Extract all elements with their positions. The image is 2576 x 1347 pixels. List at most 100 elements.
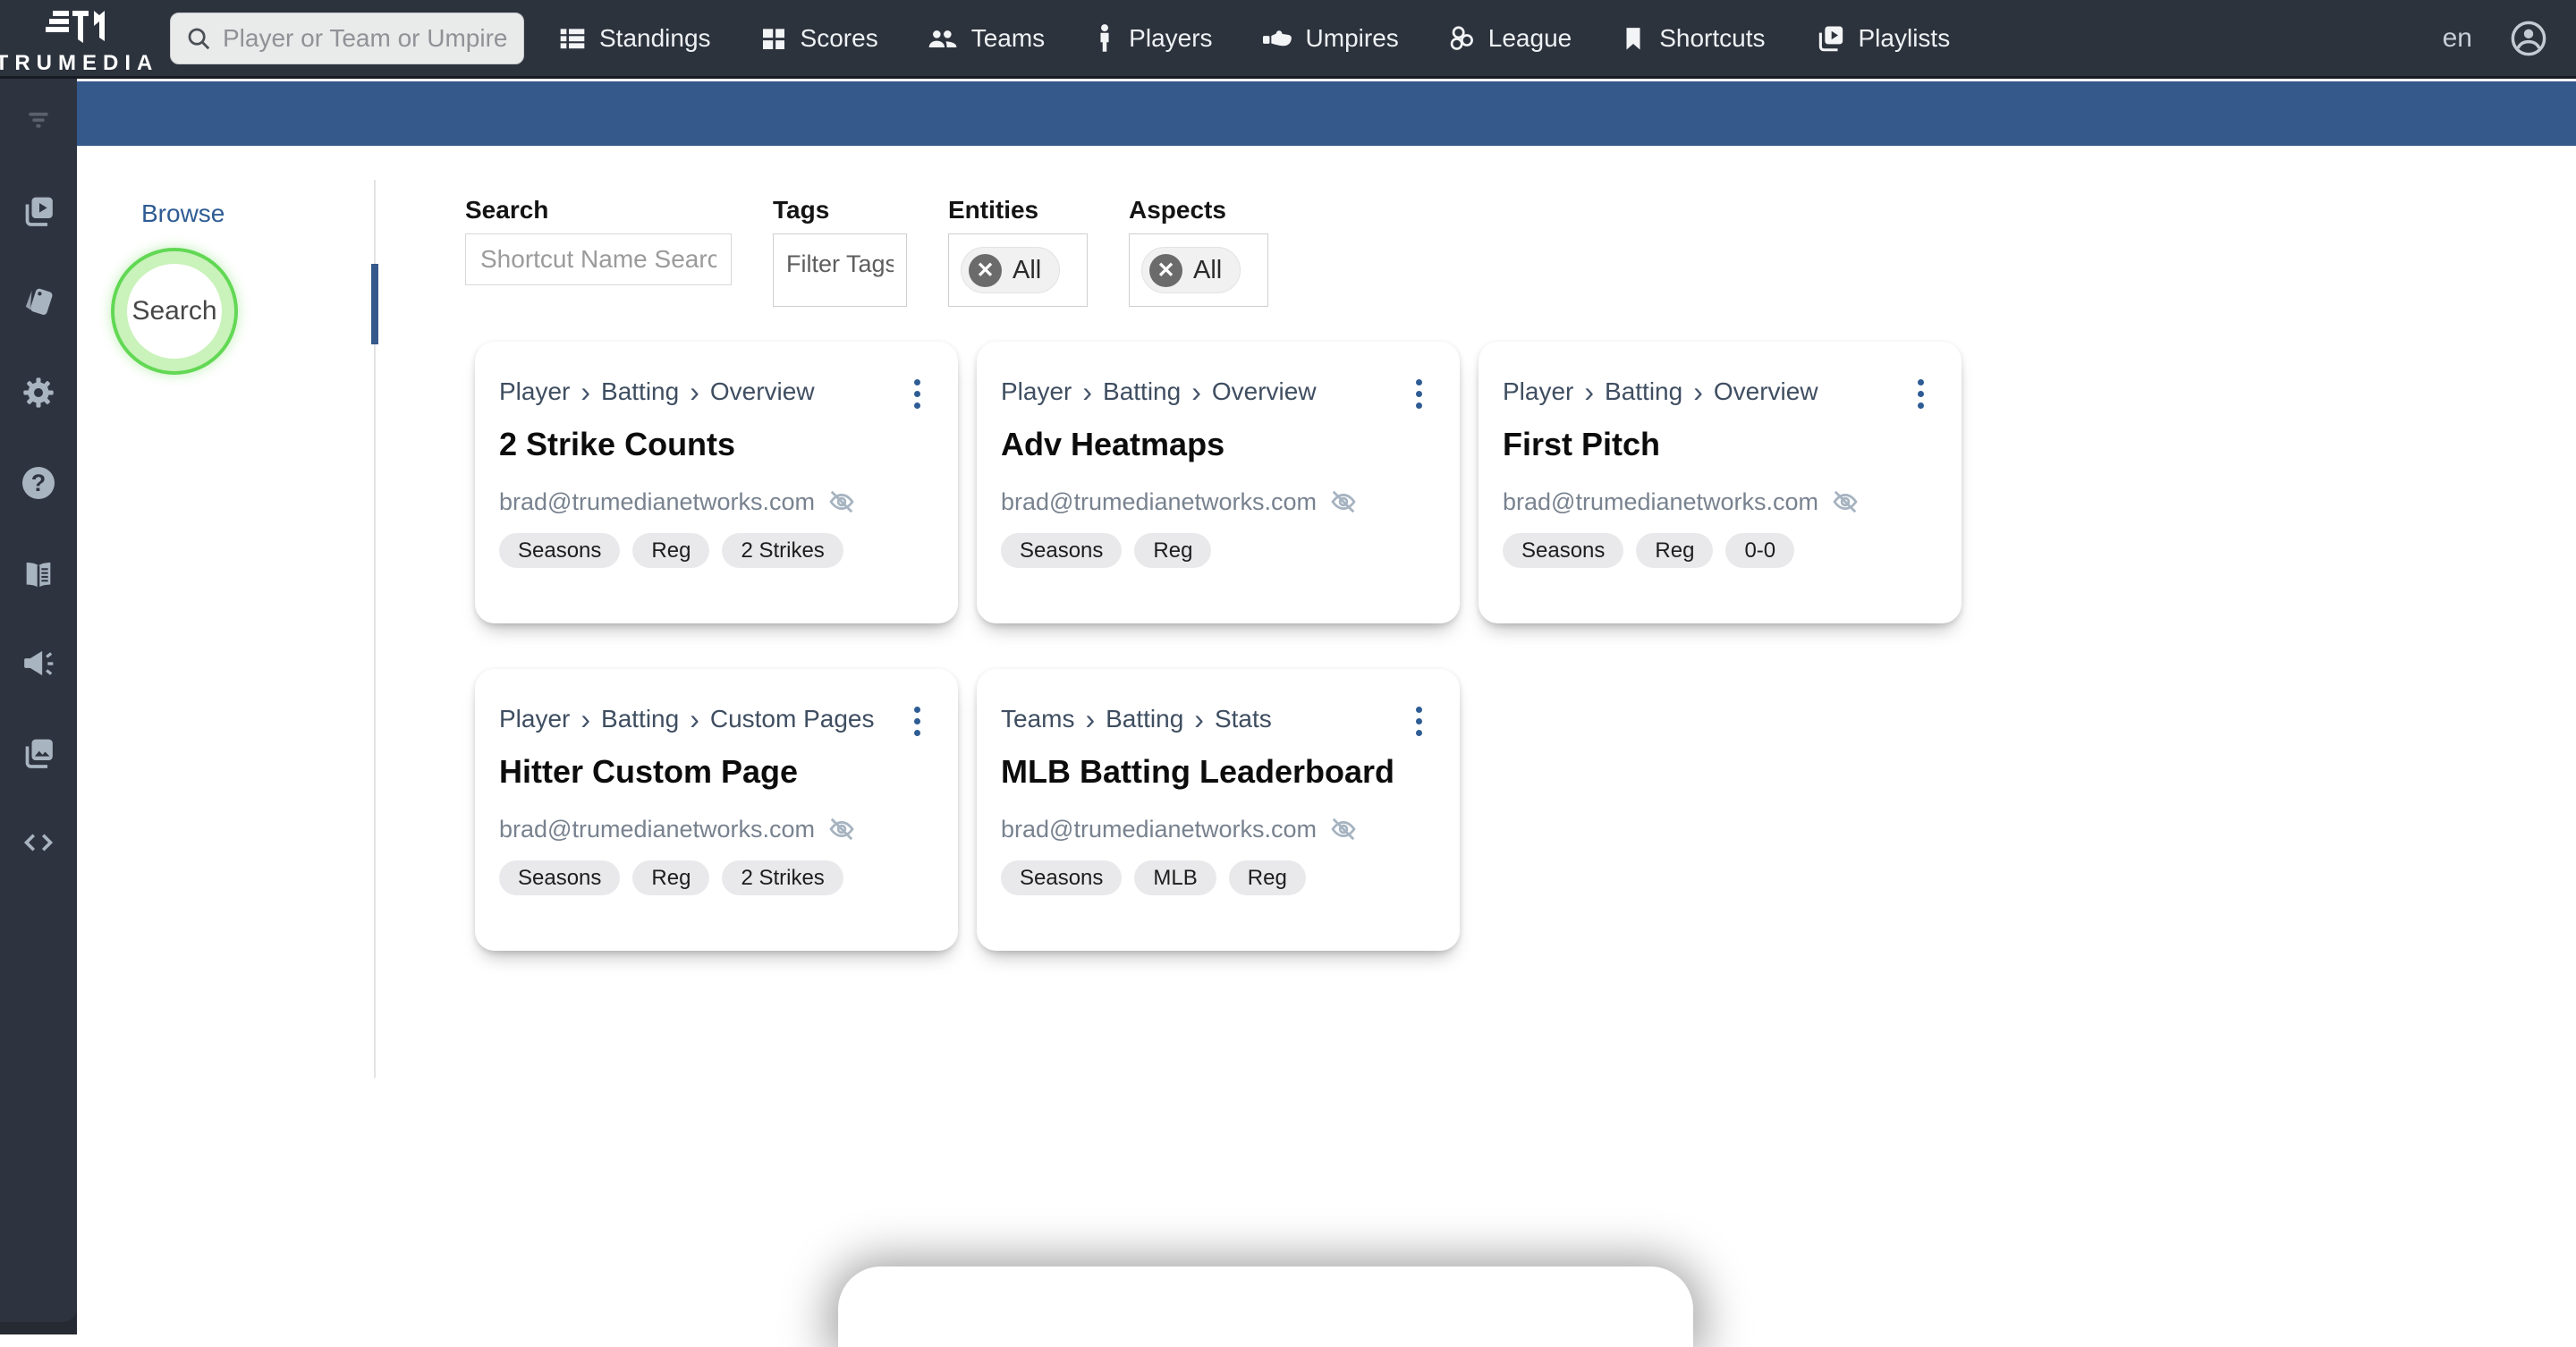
chevron-right-icon: › — [1085, 703, 1096, 735]
shortcut-name-search-input[interactable] — [465, 233, 732, 285]
breadcrumb-segment: Overview — [709, 377, 815, 405]
tag-pill: Reg — [632, 860, 710, 895]
filter-search: Search — [465, 196, 732, 307]
media-icon[interactable] — [21, 735, 56, 771]
breadcrumb-segment: Teams — [1001, 705, 1075, 733]
tag-pill: Seasons — [499, 860, 621, 895]
account-icon[interactable] — [2508, 18, 2549, 59]
shortcut-card[interactable]: Player › Batting › Overview Adv Heatmaps brad@… — [977, 342, 1460, 623]
nav-label: League — [1487, 23, 1572, 52]
nav-label: Players — [1129, 23, 1213, 52]
breadcrumb-segment: Player — [1001, 377, 1072, 405]
filter-search-label: Search — [465, 196, 549, 224]
remove-filter-icon[interactable]: ✕ — [969, 253, 1002, 287]
help-icon[interactable]: ? — [22, 467, 55, 499]
tag-pill: 0-0 — [1725, 533, 1795, 568]
breadcrumb-segment: Overview — [1713, 377, 1818, 405]
card-owner-email: brad@trumedianetworks.com — [1001, 487, 1318, 515]
announcements-icon[interactable] — [21, 646, 56, 682]
chevron-right-icon: › — [1082, 376, 1093, 408]
search-item-label: Search — [131, 296, 217, 326]
brand-text: TRUMEDIA — [0, 51, 159, 75]
playlists-icon[interactable] — [21, 193, 56, 229]
eye-off-icon — [829, 490, 854, 513]
chevron-right-icon: › — [1194, 703, 1204, 735]
global-search[interactable] — [170, 12, 524, 64]
chevron-right-icon: › — [690, 376, 699, 408]
docs-icon[interactable] — [20, 557, 57, 593]
shortcut-card[interactable]: Player › Batting › Custom Pages Hitter Custom… — [475, 669, 958, 951]
chevron-right-icon: › — [690, 703, 699, 735]
tag-pill: MLB — [1134, 860, 1216, 895]
nav-item-players[interactable]: Players — [1093, 23, 1213, 54]
card-menu-kebab-icon[interactable] — [911, 376, 924, 412]
card-title: 2 Strike Counts — [499, 426, 736, 462]
tag-pill: Reg — [1636, 533, 1714, 568]
language-selector[interactable]: en — [2443, 23, 2472, 54]
aspects-box[interactable]: ✕ All — [1129, 233, 1268, 307]
chevron-right-icon: › — [580, 376, 591, 408]
shortcut-card[interactable]: Teams › Batting › Stats MLB Batting Leaderboa… — [977, 669, 1460, 951]
nav-item-league[interactable]: League — [1447, 24, 1572, 53]
breadcrumb-segment: Player — [499, 705, 571, 733]
shortcut-card[interactable]: Player › Batting › Overview 2 Strike Counts br… — [475, 342, 958, 623]
tag-pill: Seasons — [499, 533, 621, 568]
card-menu-kebab-icon[interactable] — [1914, 376, 1928, 412]
search-icon — [188, 28, 210, 49]
filter-tags-input[interactable] — [786, 250, 894, 278]
main-content: Browse Search Search Tags Entities ✕ All — [77, 146, 2576, 1334]
card-tags: Seasons Reg 2 Strikes — [499, 533, 922, 568]
breadcrumb-segment: Batting — [601, 377, 680, 405]
card-menu-kebab-icon[interactable] — [911, 703, 924, 740]
umpires-icon — [1262, 30, 1292, 46]
entities-box[interactable]: ✕ All — [948, 233, 1088, 307]
code-icon[interactable] — [20, 826, 57, 859]
remove-filter-icon[interactable]: ✕ — [1149, 253, 1182, 287]
panel-scroll-indicator[interactable] — [371, 264, 378, 344]
nav-item-umpires[interactable]: Umpires — [1261, 24, 1399, 53]
breadcrumb-segment: Batting — [1106, 705, 1184, 733]
tag-pill: Seasons — [1503, 533, 1624, 568]
nav-label: Scores — [800, 23, 878, 52]
page-banner — [77, 81, 2576, 146]
shortcut-card[interactable]: Player › Batting › Overview First Pitch brad@t… — [1479, 342, 1962, 623]
nav-menu: Standings Scores Teams Players Umpires L… — [558, 23, 1950, 54]
chevron-right-icon: › — [1693, 376, 1703, 408]
card-title: First Pitch — [1503, 426, 1661, 462]
top-nav: TRUMEDIA Standings Scores — [0, 0, 2576, 79]
nav-label: Standings — [599, 23, 711, 52]
card-tags: Seasons MLB Reg — [1001, 860, 1424, 895]
eye-off-icon — [1331, 818, 1356, 841]
sidebar-item-browse[interactable]: Browse — [141, 199, 225, 228]
nav-label: Teams — [970, 23, 1046, 52]
standings-icon — [560, 28, 585, 48]
playlists-icon — [1818, 26, 1843, 51]
nav-label: Shortcuts — [1659, 23, 1766, 52]
card-title: MLB Batting Leaderboard — [1001, 753, 1395, 790]
global-search-input[interactable] — [223, 23, 509, 53]
league-icon — [1450, 25, 1473, 50]
card-menu-kebab-icon[interactable] — [1412, 703, 1426, 740]
nav-label: Umpires — [1305, 23, 1399, 52]
breadcrumb: Player › Batting › Custom Pages — [499, 705, 884, 733]
filters-bar: Search Tags Entities ✕ All Aspects ✕ — [465, 196, 1268, 307]
nav-item-scores[interactable]: Scores — [759, 24, 878, 53]
shortcuts-icon — [1626, 27, 1640, 49]
nav-item-teams[interactable]: Teams — [927, 24, 1045, 53]
tag-pill: 2 Strikes — [722, 533, 843, 568]
nav-item-standings[interactable]: Standings — [558, 24, 711, 53]
breadcrumb-segment: Player — [499, 377, 571, 405]
breadcrumb: Teams › Batting › Stats — [1001, 705, 1385, 733]
card-menu-kebab-icon[interactable] — [1412, 376, 1426, 412]
sidebar-item-search-highlighted[interactable]: Search — [111, 248, 238, 375]
trumedia-logo[interactable]: TRUMEDIA — [0, 0, 154, 76]
filter-icon[interactable] — [23, 104, 54, 134]
nav-item-playlists[interactable]: Playlists — [1814, 23, 1951, 54]
nav-label: Playlists — [1858, 23, 1951, 52]
breadcrumb-segment: Overview — [1211, 377, 1317, 405]
settings-icon[interactable] — [21, 375, 56, 411]
nav-item-shortcuts[interactable]: Shortcuts — [1620, 23, 1766, 53]
tags-icon[interactable] — [21, 284, 56, 319]
tag-pill: Seasons — [1001, 533, 1123, 568]
breadcrumb: Player › Batting › Overview — [1001, 377, 1385, 406]
